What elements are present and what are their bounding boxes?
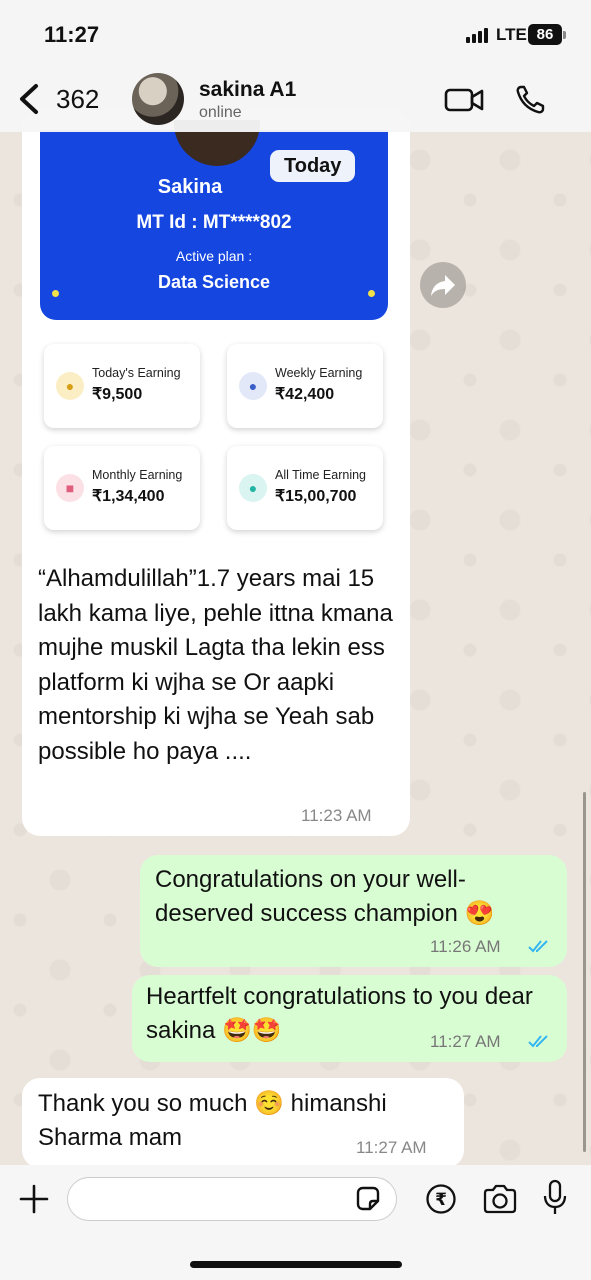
scrollbar[interactable]	[583, 792, 586, 1152]
calendar-icon: ■	[56, 474, 84, 502]
card-name: Sakina	[157, 176, 223, 198]
microphone-icon[interactable]	[540, 1179, 570, 1217]
stat-label: Today's Earning	[92, 366, 181, 380]
stat-label: Weekly Earning	[275, 366, 363, 380]
message-time: 11:26 AM	[430, 937, 501, 956]
stat-card-today: ● Today's Earning ₹9,500	[44, 344, 200, 428]
card-plan-label: Active plan :	[175, 248, 253, 264]
piggy-bank-icon: ●	[239, 474, 267, 502]
input-bar: ₹	[0, 1165, 591, 1280]
avatar[interactable]	[132, 73, 184, 125]
message-time: 11:23 AM	[301, 806, 372, 825]
message-text: Congratulations on your well-deserved su…	[155, 866, 495, 927]
forward-button[interactable]	[420, 262, 466, 308]
read-ticks-icon	[528, 940, 548, 953]
stat-label: All Time Earning	[275, 468, 367, 482]
signal-icon	[466, 28, 488, 43]
payment-icon[interactable]: ₹	[425, 1183, 457, 1215]
stat-card-weekly: ● Weekly Earning ₹42,400	[227, 344, 383, 428]
card-dot	[368, 290, 375, 297]
message-bubble-outgoing[interactable]: Congratulations on your well-deserved su…	[140, 855, 567, 967]
message-bubble-incoming[interactable]: Thank you so much ☺️ himanshi Sharma mam…	[22, 1078, 464, 1168]
message-time: 11:27 AM	[430, 1032, 501, 1051]
stat-card-monthly: ■ Monthly Earning ₹1,34,400	[44, 446, 200, 530]
sticker-icon[interactable]	[354, 1185, 382, 1213]
svg-text:₹: ₹	[435, 1190, 447, 1210]
battery-tip	[563, 31, 566, 39]
card-mt-id: MT Id : MT****802	[136, 212, 292, 233]
chat-header: 362 sakina A1 online	[0, 66, 591, 132]
contact-name[interactable]: sakina A1	[199, 78, 296, 102]
stat-card-all-time: ● All Time Earning ₹15,00,700	[227, 446, 383, 530]
chevron-left-icon[interactable]	[16, 82, 46, 116]
stat-value: ₹9,500	[92, 386, 143, 403]
status-bar: 11:27 LTE 86	[0, 0, 591, 66]
card-plan: Data Science	[157, 272, 271, 292]
message-bubble-incoming[interactable]: Today Sakina MT Id : MT****802 Active pl…	[22, 110, 410, 836]
stat-value: ₹42,400	[275, 386, 335, 403]
plus-icon[interactable]	[18, 1183, 50, 1215]
phone-icon[interactable]	[514, 84, 546, 116]
stat-label: Monthly Earning	[92, 468, 183, 482]
network-type: LTE	[496, 25, 527, 44]
contact-status: online	[199, 104, 242, 121]
camera-icon[interactable]	[482, 1184, 518, 1214]
unread-count[interactable]: 362	[56, 84, 99, 115]
hand-coin-icon: ●	[239, 372, 267, 400]
read-ticks-icon	[528, 1035, 548, 1048]
card-dot	[52, 290, 59, 297]
status-time: 11:27	[44, 22, 100, 47]
stat-value: ₹1,34,400	[92, 488, 165, 505]
battery-icon: 86	[528, 24, 562, 45]
message-input[interactable]	[67, 1177, 397, 1221]
video-call-icon[interactable]	[444, 86, 484, 114]
forward-arrow-icon	[431, 275, 455, 296]
home-indicator	[190, 1261, 402, 1268]
message-time: 11:27 AM	[356, 1138, 427, 1157]
shared-image[interactable]: Today Sakina MT Id : MT****802 Active pl…	[22, 110, 410, 530]
money-bag-icon: ●	[56, 372, 84, 400]
profile-card: Today Sakina MT Id : MT****802 Active pl…	[40, 120, 388, 320]
stat-value: ₹15,00,700	[275, 488, 357, 505]
message-text: “Alhamdulillah”1.7 years mai 15 lakh kam…	[38, 565, 393, 765]
message-bubble-outgoing[interactable]: Heartfelt congratulations to you dear sa…	[132, 975, 567, 1062]
